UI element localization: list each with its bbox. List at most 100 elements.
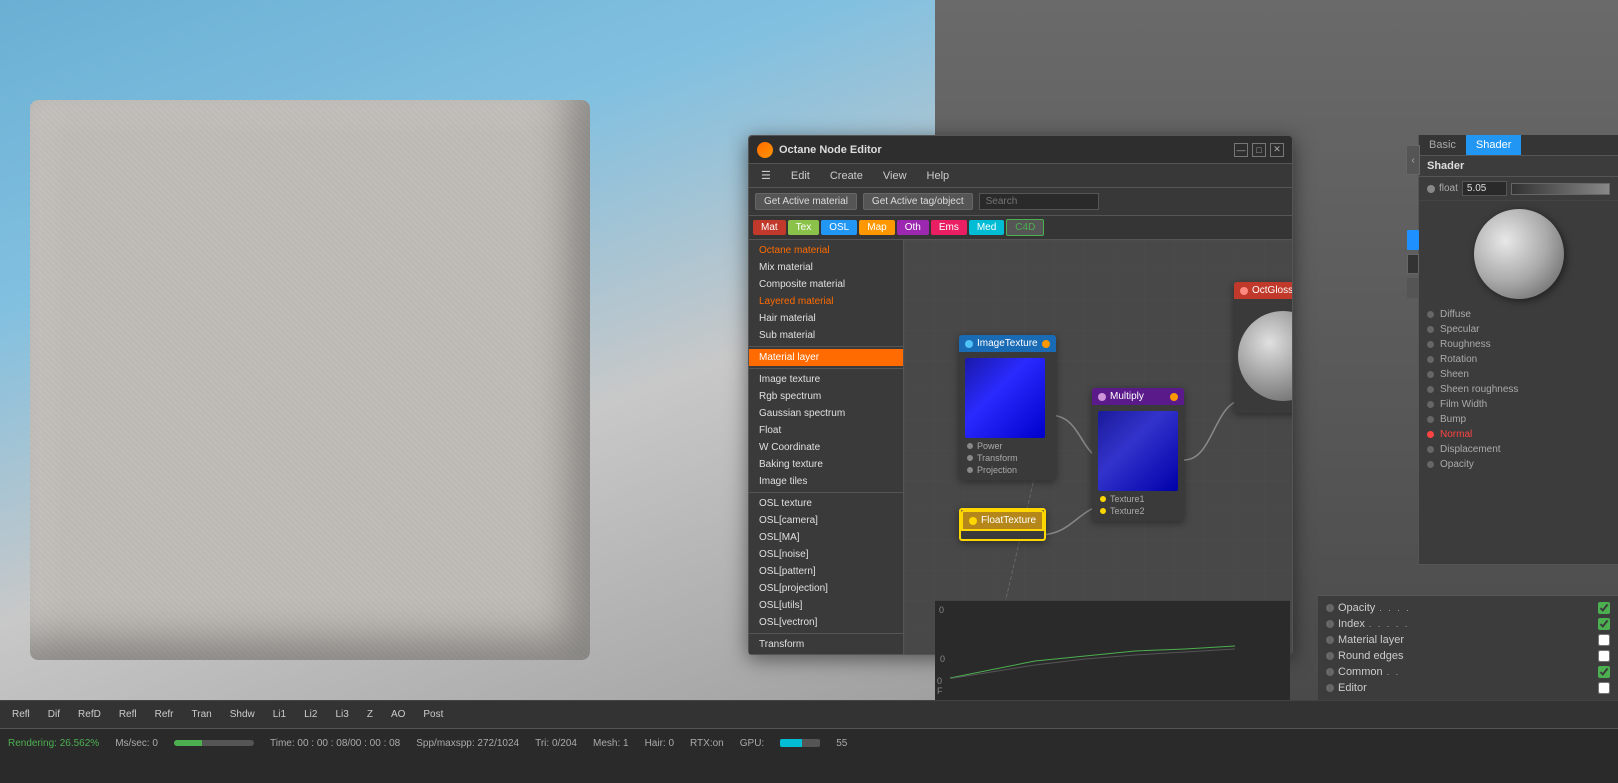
prop-dot [1427,446,1434,453]
float-slider[interactable] [1511,183,1610,195]
checkbox-index: Index . . . . . [1326,616,1610,632]
checkbox-editor: Editor [1326,680,1610,696]
tab-map[interactable]: Map [859,220,894,235]
round-edges-checkbox[interactable] [1598,650,1610,662]
prop-roughness-label: Roughness [1440,339,1491,350]
round-edges-text: Round edges [1338,650,1403,662]
menu-hamburger[interactable]: ☰ [757,167,775,184]
material-layer-checkbox[interactable] [1598,634,1610,646]
mat-item-octane[interactable]: Octane material [749,242,903,259]
status-tab-tran[interactable]: Tran [184,707,220,722]
prop-dot [1427,461,1434,468]
status-tab-post[interactable]: Post [415,707,451,722]
prop-specular-label: Specular [1440,324,1479,335]
mat-item-osl-ma[interactable]: OSL[MA] [749,529,903,546]
port-dot [1100,496,1106,502]
menu-edit[interactable]: Edit [787,168,814,184]
tab-oth[interactable]: Oth [897,220,929,235]
mat-item-float[interactable]: Float [749,422,903,439]
minimize-button[interactable]: — [1234,143,1248,157]
status-tab-z[interactable]: Z [359,707,381,722]
color-bar-gray [1407,278,1419,298]
mat-item-transform[interactable]: Transform [749,636,903,653]
get-active-tag-button[interactable]: Get Active tag/object [863,193,973,210]
material-preview-sphere [1474,209,1564,299]
port-dot [967,467,973,473]
opacity-dots: . . . . [1379,603,1411,613]
tab-basic[interactable]: Basic [1419,135,1466,155]
close-button[interactable]: ✕ [1270,143,1284,157]
mat-divider [749,346,903,347]
node-multiply[interactable]: Multiply Texture1 Texture2 [1092,388,1184,521]
mat-item-mix[interactable]: Mix material [749,259,903,276]
mat-item-osl-pattern[interactable]: OSL[pattern] [749,563,903,580]
menu-create[interactable]: Create [826,168,867,184]
status-tab-refr[interactable]: Refr [147,707,182,722]
status-tab-refl2[interactable]: Refl [111,707,145,722]
editor-checkbox[interactable] [1598,682,1610,694]
float-value-input[interactable] [1462,181,1507,196]
mat-item-composite[interactable]: Composite material [749,276,903,293]
prop-bump-label: Bump [1440,414,1466,425]
node-oct-glossy[interactable]: OctGlossy4 [1234,282,1292,413]
search-input[interactable] [979,193,1099,210]
node-image-texture[interactable]: ImageTexture Power Transform P [959,335,1056,480]
menu-view[interactable]: View [879,168,911,184]
get-active-material-button[interactable]: Get Active material [755,193,857,210]
shader-title: Shader [1419,156,1618,177]
prop-sheen: Sheen [1419,367,1618,382]
status-tab-ao[interactable]: AO [383,707,413,722]
mat-item-projection[interactable]: Projection [749,653,903,654]
mat-item-hair[interactable]: Hair material [749,310,903,327]
status-tab-refd[interactable]: RefD [70,707,109,722]
mesh-status: Mesh: 1 [593,738,629,749]
material-list[interactable]: Octane material Mix material Composite m… [749,240,904,654]
prop-dot [1427,416,1434,423]
mat-item-layered[interactable]: Layered material [749,293,903,310]
mat-item-baking[interactable]: Baking texture [749,456,903,473]
tab-shader[interactable]: Shader [1466,135,1521,155]
tab-c4d[interactable]: C4D [1006,219,1044,236]
tab-tex[interactable]: Tex [788,220,820,235]
mat-item-osl-camera[interactable]: OSL[camera] [749,512,903,529]
node-output-dot [1042,340,1050,348]
node-port-power: Power [963,440,1052,452]
mat-divider-3 [749,492,903,493]
mat-item-gaussian[interactable]: Gaussian spectrum [749,405,903,422]
tab-med[interactable]: Med [969,220,1004,235]
menu-help[interactable]: Help [923,168,954,184]
status-tab-shdw[interactable]: Shdw [222,707,263,722]
tab-ems[interactable]: Ems [931,220,967,235]
node-float-texture[interactable]: FloatTexture [959,508,1046,541]
status-bottom: Rendering: 26.562% Ms/sec: 0 Time: 00 : … [0,729,1618,757]
mat-item-image-tiles[interactable]: Image tiles [749,473,903,490]
common-text: Common [1338,666,1383,678]
rendering-status: Rendering: 26.562% [8,738,99,749]
tab-osl[interactable]: OSL [821,220,857,235]
mat-item-osl-utils[interactable]: OSL[utils] [749,597,903,614]
mat-item-osl-texture[interactable]: OSL texture [749,495,903,512]
opacity-checkbox[interactable] [1598,602,1610,614]
node-canvas[interactable]: ImageTexture Power Transform P [904,240,1292,654]
status-tab-dif[interactable]: Dif [40,707,68,722]
mat-item-w-coord[interactable]: W Coordinate [749,439,903,456]
tri-status: Tri: 0/204 [535,738,577,749]
tab-mat[interactable]: Mat [753,220,786,235]
status-tab-refl[interactable]: Refl [4,707,38,722]
mat-item-material-layer[interactable]: Material layer [749,349,903,366]
material-layer-text: Material layer [1338,634,1404,646]
status-tab-li2[interactable]: Li2 [296,707,325,722]
status-tab-li3[interactable]: Li3 [327,707,356,722]
status-tab-li1[interactable]: Li1 [265,707,294,722]
mat-item-image-texture[interactable]: Image texture [749,371,903,388]
mat-item-sub[interactable]: Sub material [749,327,903,344]
mat-item-osl-projection[interactable]: OSL[projection] [749,580,903,597]
mat-item-osl-vectron[interactable]: OSL[vectron] [749,614,903,631]
titlebar-left: Octane Node Editor [757,142,882,158]
mat-item-rgb-spectrum[interactable]: Rgb spectrum [749,388,903,405]
index-checkbox[interactable] [1598,618,1610,630]
maximize-button[interactable]: □ [1252,143,1266,157]
collapse-button[interactable]: ‹ [1406,145,1420,175]
mat-item-osl-noise[interactable]: OSL[noise] [749,546,903,563]
common-checkbox[interactable] [1598,666,1610,678]
